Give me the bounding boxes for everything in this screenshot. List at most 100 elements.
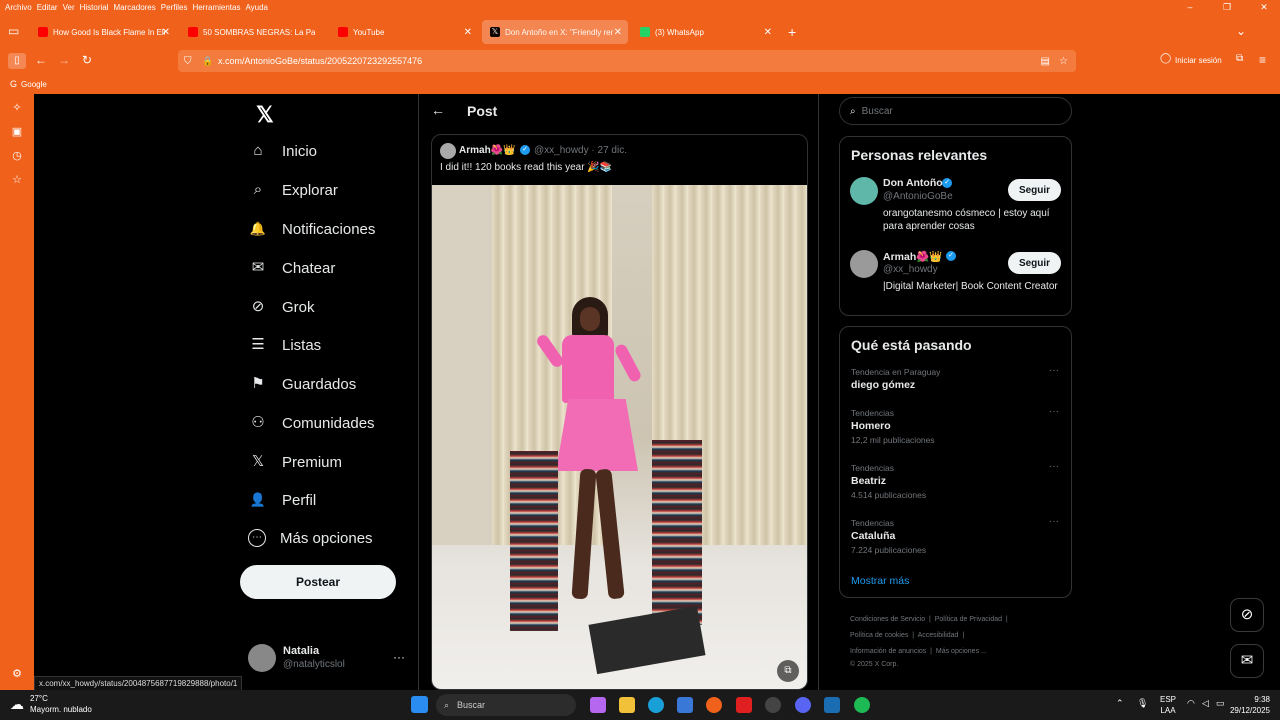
windows-start-icon[interactable] [411,696,428,713]
show-more-link[interactable]: Mostrar más [851,575,909,587]
menu-icon[interactable]: ≡ [1259,53,1266,67]
trend-item[interactable]: Tendencias Cataluña 7.224 publicaciones … [851,516,1063,555]
back-arrow-icon[interactable]: ← [431,102,445,118]
restore-icon[interactable]: ❐ [1211,2,1243,13]
youtube-icon[interactable] [736,697,752,713]
wifi-icon[interactable]: ◠ [1187,698,1195,709]
sidebar-toggle-icon[interactable]: ▯ [8,53,26,69]
footer-link[interactable]: Más opciones ... [936,648,987,655]
more-icon[interactable]: ··· [1049,516,1059,527]
menu-marcadores[interactable]: Marcadores [114,3,156,12]
follow-button[interactable]: Seguir [1008,252,1061,274]
steam-icon[interactable] [824,697,840,713]
brave-icon[interactable] [706,697,722,713]
volume-icon[interactable]: ◁ [1202,698,1209,709]
bookmark-google[interactable]: Google [21,80,47,89]
account-switcher[interactable]: Natalia @natalyticslol ··· [248,644,408,676]
trend-item[interactable]: Tendencias Beatriz 4.514 publicaciones ·… [851,461,1063,500]
sidebar-item-comunidades[interactable]: ⚇ Comunidades [248,413,374,433]
search-input[interactable]: ⌕ Buscar [839,97,1072,125]
weather-widget[interactable]: ☁ 27°C Mayorm. nublado [10,693,92,715]
signin-link[interactable]: Iniciar sesión [1175,56,1222,65]
new-tab-button[interactable]: + [788,24,796,40]
github-icon[interactable] [765,697,781,713]
menu-editar[interactable]: Editar [37,3,58,12]
spotify-icon[interactable] [854,697,870,713]
account-icon[interactable]: ◯ [1160,53,1171,64]
sidebar-item-mas-opciones[interactable]: ⋯ Más opciones [248,529,373,547]
post-button[interactable]: Postear [240,565,396,599]
more-icon[interactable]: ··· [1049,365,1059,376]
star-icon[interactable]: ☆ [11,174,23,186]
messages-icon[interactable]: ✉ [1230,644,1264,678]
sidebar-item-premium[interactable]: 𝕏 Premium [248,452,342,472]
star-icon[interactable]: ☆ [1059,56,1068,67]
footer-link[interactable]: Política de cookies [850,632,908,639]
url-text[interactable]: x.com/AntonioGoBe/status/200522072329255… [218,56,422,66]
trend-item[interactable]: Tendencias Homero 12,2 mil publicaciones… [851,406,1063,445]
footer-link[interactable]: Condiciones de Servicio [850,616,925,623]
menu-herramientas[interactable]: Herramientas [192,3,240,12]
chevron-down-icon[interactable]: ⌄ [1236,24,1246,38]
reload-icon[interactable]: ↻ [82,53,92,67]
tab-manager-icon[interactable]: ▭ [8,24,19,38]
menu-perfiles[interactable]: Perfiles [161,3,188,12]
close-window-icon[interactable]: ✕ [1248,2,1280,13]
sidebar-item-inicio[interactable]: ⌂ Inicio [248,141,317,161]
tab-5[interactable]: (3) WhatsApp ✕ [632,20,778,44]
reader-icon[interactable]: ▤ [1041,56,1050,67]
edge-icon[interactable] [648,697,664,713]
follow-button[interactable]: Seguir [1008,179,1061,201]
menu-ayuda[interactable]: Ayuda [245,3,268,12]
ai-icon[interactable]: ✧ [11,102,23,114]
forward-icon[interactable]: → [58,53,70,67]
footer-link[interactable]: Política de Privacidad [935,616,1002,623]
more-icon[interactable]: ··· [1049,461,1059,472]
taskbar-search[interactable]: ⌕ Buscar [436,694,576,716]
avatar[interactable] [440,143,456,159]
close-tab-icon[interactable]: ✕ [464,27,472,38]
close-tab-icon[interactable]: ✕ [162,27,170,38]
history-icon[interactable]: ◷ [11,150,23,162]
image-options-icon[interactable]: ⧉ [777,660,799,682]
footer-link[interactable]: Accesibilidad [918,632,959,639]
trend-item[interactable]: Tendencia en Paraguay diego gómez ··· [851,365,1063,391]
sidebar-item-chatear[interactable]: ✉ Chatear [248,258,336,278]
file-explorer-icon[interactable] [619,697,635,713]
close-tab-icon[interactable]: ✕ [614,27,622,38]
settings-icon[interactable]: ⚙ [11,668,23,680]
clock[interactable]: 9:38 29/12/2025 [1230,694,1270,716]
footer-link[interactable]: Información de anuncios [850,648,926,655]
sidebar-item-notificaciones[interactable]: 🔔 Notificaciones [248,219,375,239]
tab-1[interactable]: How Good Is Black Flame In Eld ✕ [30,20,176,44]
sidebar-item-listas[interactable]: ☰ Listas [248,335,321,355]
battery-icon[interactable]: ▭ [1216,698,1225,709]
quoted-post[interactable]: Armah🌺👑 ✓ @xx_howdy · 27 dic. I did it!!… [431,134,808,690]
close-tab-icon[interactable]: ✕ [764,27,772,38]
tab-3[interactable]: YouTube ✕ [330,20,478,44]
menu-ver[interactable]: Ver [63,3,75,12]
tab-4-active[interactable]: 𝕏 Don Antoño en X: "Friendly rem ✕ [482,20,628,44]
sidebar-item-explorar[interactable]: ⌕ Explorar [248,180,338,200]
shield-icon[interactable]: ⛉ [184,56,192,67]
sidebar-item-guardados[interactable]: ⚑ Guardados [248,374,356,394]
saved-icon[interactable]: ▣ [11,126,23,138]
menu-archivo[interactable]: Archivo [5,3,32,12]
person-name[interactable]: Don Antoño [883,177,943,189]
sidebar-item-grok[interactable]: ⊘ Grok [248,297,315,317]
chevron-up-icon[interactable]: ⌃ [1116,698,1124,709]
avatar[interactable] [850,177,878,205]
copilot-icon[interactable] [590,697,606,713]
extensions-icon[interactable]: ⧉ [1236,53,1243,64]
back-icon[interactable]: ← [35,53,47,67]
minimize-icon[interactable]: – [1174,2,1206,13]
grok-icon[interactable]: ⊘ [1230,598,1264,632]
microphone-icon[interactable]: 🎙 [1137,698,1148,709]
address-bar[interactable]: ⛉ 🔒 x.com/AntonioGoBe/status/20052207232… [178,50,1076,72]
more-icon[interactable]: ··· [393,650,405,664]
store-icon[interactable] [677,697,693,713]
menu-historial[interactable]: Historial [80,3,109,12]
language-indicator[interactable]: ESP LAA [1160,694,1176,716]
x-logo-icon[interactable]: 𝕏 [256,102,274,128]
more-icon[interactable]: ··· [1049,406,1059,417]
